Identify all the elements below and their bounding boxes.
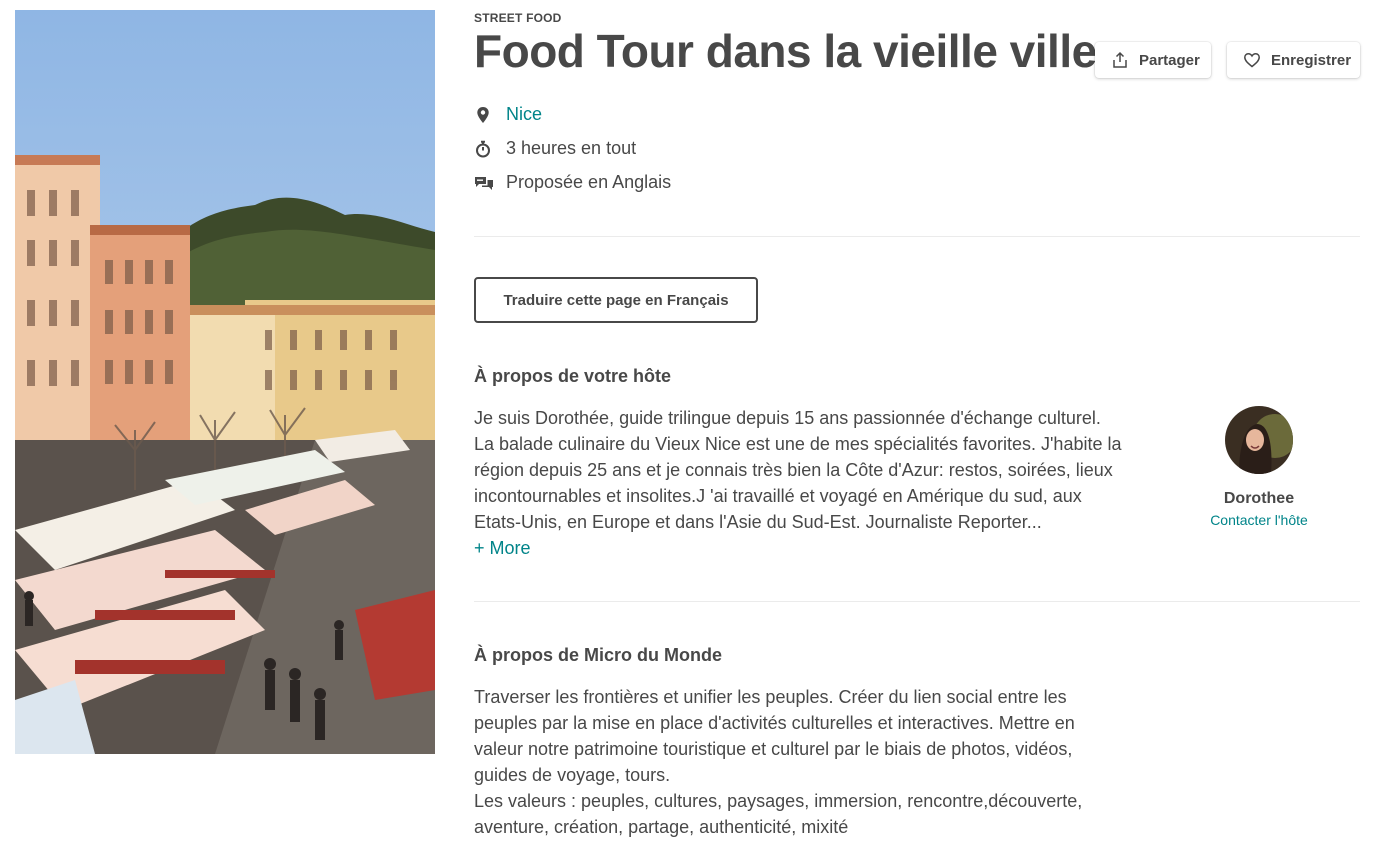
divider (474, 601, 1360, 602)
language-row: Proposée en Anglais (474, 172, 671, 193)
duration-row: 3 heures en tout (474, 138, 636, 159)
avatar[interactable] (1225, 406, 1293, 474)
chat-bubbles-icon (474, 174, 493, 192)
org-section-heading: À propos de Micro du Monde (474, 645, 722, 665)
page-title: Food Tour dans la vieille ville (474, 25, 1097, 77)
save-button[interactable]: Enregistrer (1227, 42, 1360, 78)
save-label: Enregistrer (1271, 51, 1352, 69)
translate-button[interactable]: Traduire cette page en Français (474, 277, 758, 323)
org-description: Traverser les frontières et unifier les … (474, 684, 1124, 840)
host-bio: Je suis Dorothée, guide trilingue depuis… (474, 405, 1124, 561)
host-bio-text: Je suis Dorothée, guide trilingue depuis… (474, 408, 1122, 532)
host-section-heading: À propos de votre hôte (474, 366, 672, 386)
host-card: Dorothee Contacter l'hôte (1194, 406, 1324, 528)
share-icon (1111, 51, 1129, 69)
heart-icon (1243, 51, 1261, 69)
category-label: STREET FOOD (474, 11, 562, 25)
more-link[interactable]: + More (474, 538, 531, 558)
experience-photo (15, 10, 435, 754)
share-label: Partager (1139, 51, 1200, 69)
duration-text: 3 heures en tout (506, 138, 637, 158)
org-description-text: Traverser les frontières et unifier les … (474, 687, 1075, 785)
contact-host-link[interactable]: Contacter l'hôte (1194, 512, 1324, 528)
host-name: Dorothee (1223, 490, 1295, 507)
divider (474, 236, 1360, 237)
share-button[interactable]: Partager (1095, 42, 1211, 78)
location-link[interactable]: Nice (506, 104, 542, 125)
org-values-text: Les valeurs : peuples, cultures, paysage… (474, 791, 1083, 837)
location-row: Nice (474, 104, 542, 125)
stopwatch-icon (474, 140, 492, 158)
language-text: Proposée en Anglais (506, 172, 672, 192)
map-pin-icon (474, 106, 492, 124)
